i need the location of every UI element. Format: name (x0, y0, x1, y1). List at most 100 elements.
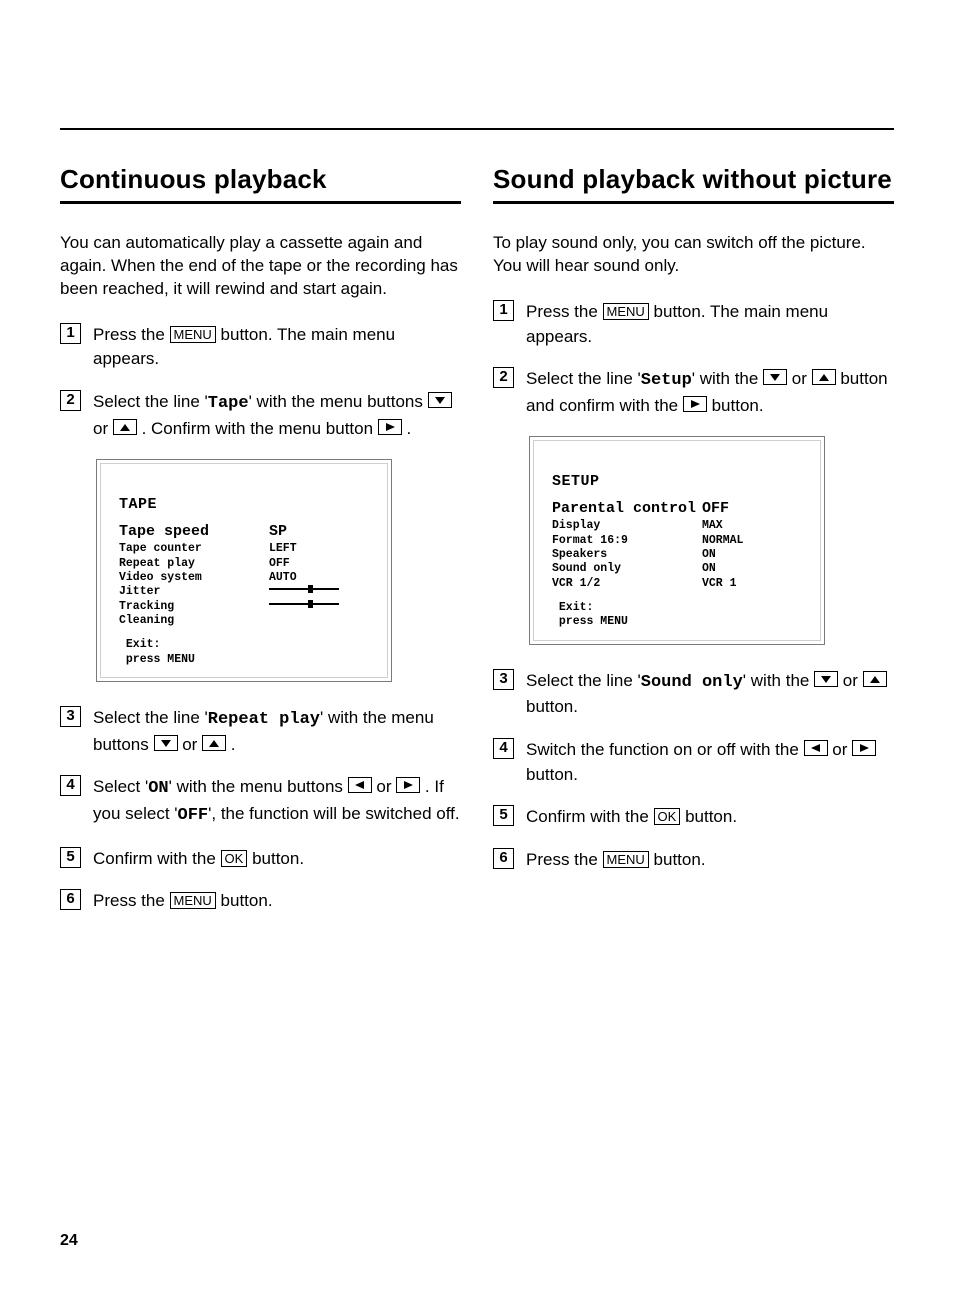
manual-page: Continuous playback You can automaticall… (0, 0, 954, 1302)
top-rule (60, 128, 894, 130)
menu-line-tape: Tape (208, 394, 249, 413)
osd-row: DisplayMAX (552, 519, 802, 533)
step-text: Select 'ON' with the menu buttons or . I… (93, 775, 461, 828)
step-text: Switch the function on or off with the o… (526, 738, 894, 787)
menu-button-label: MENU (170, 326, 216, 343)
osd-key: Speakers (552, 548, 702, 562)
step-number: 2 (60, 390, 81, 411)
right-arrow-icon (852, 740, 876, 756)
step-number: 4 (493, 738, 514, 759)
step-text: Press the MENU button. The main menu app… (93, 323, 461, 372)
page-number: 24 (60, 1232, 78, 1250)
step-text: Confirm with the OK button. (526, 805, 737, 830)
menu-line-repeat-play: Repeat play (208, 710, 320, 729)
osd-row: Cleaning (119, 614, 369, 628)
down-arrow-icon (814, 671, 838, 687)
step-text: Press the MENU button. The main menu app… (526, 300, 894, 349)
right-column: Sound playback without picture To play s… (493, 164, 894, 932)
osd-key: Format 16:9 (552, 534, 702, 548)
onscreen-setup: SETUP Parental controlOFF DisplayMAXForm… (529, 436, 825, 644)
osd-row: Parental controlOFF (552, 500, 802, 519)
osd-title: TAPE (119, 496, 369, 513)
osd-value: MAX (702, 519, 723, 533)
step-row: 2 Select the line 'Setup' with the or bu… (493, 367, 894, 418)
osd-key: Display (552, 519, 702, 533)
osd-row: Format 16:9NORMAL (552, 534, 802, 548)
step-row: 1 Press the MENU button. The main menu a… (60, 323, 461, 372)
osd-key: Cleaning (119, 614, 269, 628)
ok-button-label: OK (221, 850, 248, 867)
step-text: Select the line 'Repeat play' with the m… (93, 706, 461, 757)
up-arrow-icon (113, 419, 137, 435)
onscreen-tape: TAPE Tape speedSP Tape counterLEFTRepeat… (96, 459, 392, 682)
osd-row: Tape speedSP (119, 523, 369, 542)
osd-key: Repeat play (119, 557, 269, 571)
section-heading-continuous: Continuous playback (60, 164, 461, 195)
section-rule (493, 201, 894, 204)
osd-key: Video system (119, 571, 269, 585)
down-arrow-icon (763, 369, 787, 385)
right-arrow-icon (396, 777, 420, 793)
step-number: 3 (60, 706, 81, 727)
up-arrow-icon (202, 735, 226, 751)
osd-key: Tape counter (119, 542, 269, 556)
menu-line-sound-only: Sound only (641, 673, 743, 692)
osd-row: Video systemAUTO (119, 571, 369, 585)
steps-list-right-cont: 3 Select the line 'Sound only' with the … (493, 669, 894, 873)
step-number: 5 (493, 805, 514, 826)
step-number: 6 (493, 848, 514, 869)
menu-button-label: MENU (170, 892, 216, 909)
osd-row: SpeakersON (552, 548, 802, 562)
osd-value: LEFT (269, 542, 297, 556)
down-arrow-icon (154, 735, 178, 751)
step-number: 6 (60, 889, 81, 910)
up-arrow-icon (863, 671, 887, 687)
down-arrow-icon (428, 392, 452, 408)
step-text: Confirm with the OK button. (93, 847, 304, 872)
osd-value: ON (702, 562, 716, 576)
osd-exit: Exit: press MENU (119, 638, 369, 667)
section-rule (60, 201, 461, 204)
step-number: 1 (493, 300, 514, 321)
step-number: 1 (60, 323, 81, 344)
section-heading-sound: Sound playback without picture (493, 164, 894, 195)
left-arrow-icon (348, 777, 372, 793)
step-text: Press the MENU button. (93, 889, 273, 914)
osd-value: ON (702, 548, 716, 562)
step-row: 3 Select the line 'Sound only' with the … (493, 669, 894, 720)
step-text: Press the MENU button. (526, 848, 706, 873)
osd-slider (269, 600, 339, 608)
osd-key: Jitter (119, 585, 269, 599)
osd-title: SETUP (552, 473, 802, 490)
step-row: 4 Select 'ON' with the menu buttons or .… (60, 775, 461, 828)
osd-value: VCR 1 (702, 577, 737, 591)
right-arrow-icon (683, 396, 707, 412)
menu-line-setup: Setup (641, 371, 692, 390)
step-row: 6 Press the MENU button. (493, 848, 894, 873)
osd-row: Tracking (119, 600, 369, 614)
osd-value: AUTO (269, 571, 297, 585)
step-text: Select the line 'Sound only' with the or… (526, 669, 894, 720)
step-number: 2 (493, 367, 514, 388)
step-row: 5 Confirm with the OK button. (493, 805, 894, 830)
up-arrow-icon (812, 369, 836, 385)
step-text: Select the line 'Setup' with the or butt… (526, 367, 894, 418)
osd-value: NORMAL (702, 534, 743, 548)
left-arrow-icon (804, 740, 828, 756)
osd-slider (269, 585, 339, 593)
intro-text: To play sound only, you can switch off t… (493, 232, 894, 278)
osd-row: Sound onlyON (552, 562, 802, 576)
osd-row: Jitter (119, 585, 369, 599)
osd-row: VCR 1/2VCR 1 (552, 577, 802, 591)
step-row: 6 Press the MENU button. (60, 889, 461, 914)
ok-button-label: OK (654, 808, 681, 825)
osd-row: Repeat playOFF (119, 557, 369, 571)
step-row: 5 Confirm with the OK button. (60, 847, 461, 872)
value-off: OFF (178, 806, 209, 825)
intro-text: You can automatically play a cassette ag… (60, 232, 461, 301)
osd-key: Sound only (552, 562, 702, 576)
osd-exit: Exit: press MENU (552, 601, 802, 630)
osd-row: Tape counterLEFT (119, 542, 369, 556)
steps-list-left-cont: 3 Select the line 'Repeat play' with the… (60, 706, 461, 914)
steps-list-right: 1 Press the MENU button. The main menu a… (493, 300, 894, 419)
